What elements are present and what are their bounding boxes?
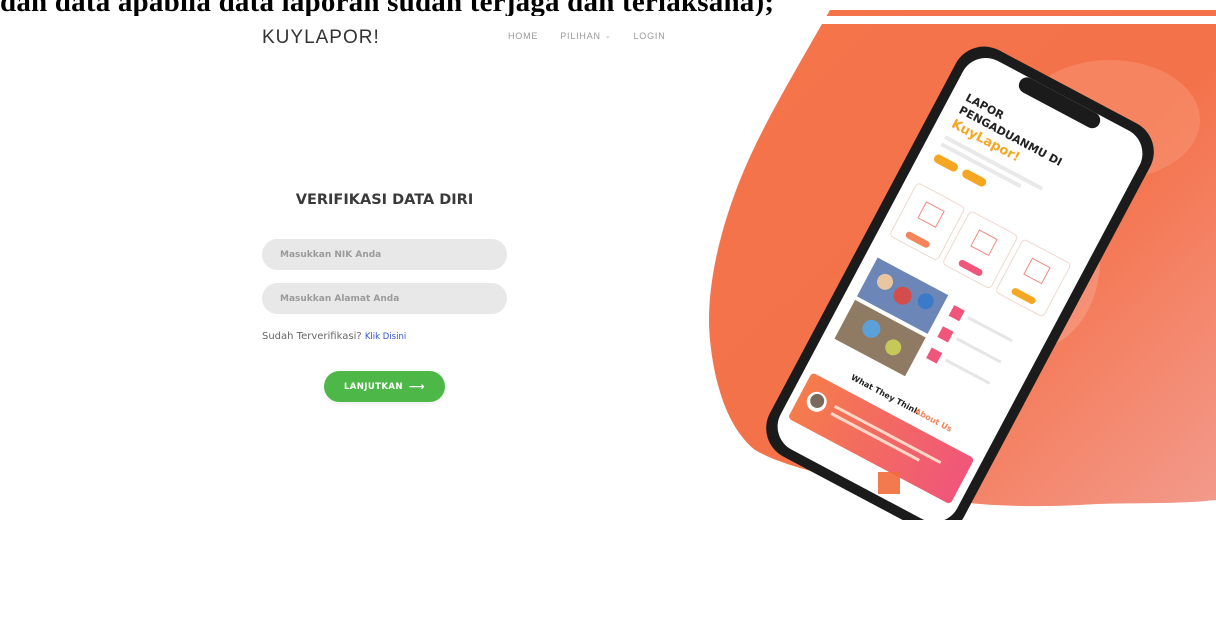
verified-link[interactable]: Klik Disini (365, 332, 406, 342)
nav-item-label: LOGIN (633, 31, 666, 41)
chevron-down-icon: ⌄ (604, 33, 612, 40)
nav-item-home[interactable]: HOME (508, 31, 538, 41)
submit-button[interactable]: LANJUTKAN ⟶ (324, 371, 445, 402)
address-input[interactable] (262, 283, 507, 314)
form-title: VERIFIKASI DATA DIRI (295, 192, 474, 208)
verified-prompt: Sudah Terverifikasi? Klik Disini (262, 331, 406, 342)
hero-illustration: LAPOR PENGADUANMU DI KuyLapor! What They… (709, 10, 1216, 520)
verified-text: Sudah Terverifikasi? (262, 331, 362, 342)
caption-mask (0, 16, 1216, 24)
nav-item-login[interactable]: LOGIN (634, 31, 666, 41)
main-nav: HOME PILIHAN ⌄ LOGIN (508, 31, 688, 41)
nav-item-pilihan[interactable]: PILIHAN ⌄ (560, 31, 611, 41)
submit-label: LANJUTKAN (343, 381, 403, 392)
arrow-right-icon: ⟶ (408, 380, 426, 393)
document-caption: dan data apabila data laporan sudah terj… (0, 0, 775, 16)
brand-logo[interactable]: KUYLAPOR! (262, 27, 380, 49)
nav-item-label: PILIHAN (560, 31, 601, 41)
nav-item-label: HOME (508, 31, 539, 41)
nik-input[interactable] (262, 239, 507, 270)
